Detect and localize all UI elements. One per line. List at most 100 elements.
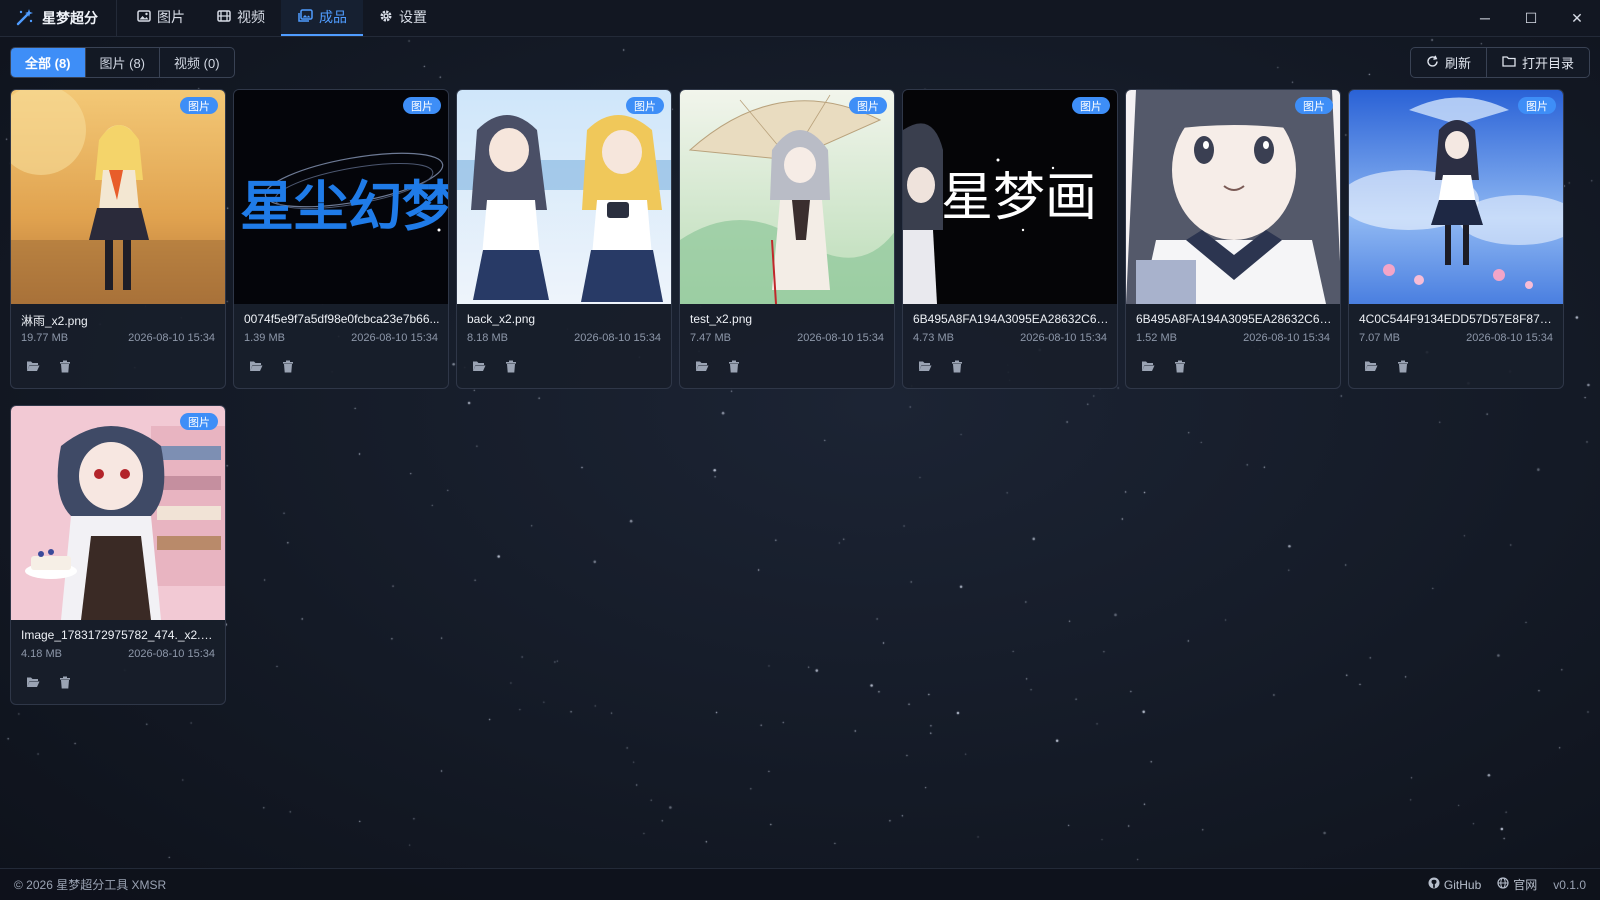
type-badge: 图片 [1295,97,1333,114]
magic-wand-icon [16,8,34,29]
folder-icon [1502,55,1516,70]
trash-icon[interactable] [280,358,296,374]
file-size: 4.73 MB [913,332,954,344]
type-badge: 图片 [180,97,218,114]
card-actions [471,358,519,374]
version-label: v0.1.0 [1553,877,1586,892]
file-name: test_x2.png [690,312,753,326]
maximize-button[interactable]: ☐ [1508,0,1554,36]
trash-icon[interactable] [726,358,742,374]
main-nav: 图片 视频 成品 设置 [121,0,443,36]
app-title: 星梦超分 [42,10,98,26]
film-icon [217,9,231,26]
refresh-label: 刷新 [1444,56,1471,71]
file-date: 2026-08-10 15:34 [797,332,884,344]
card-actions [694,358,742,374]
file-date: 2026-08-10 15:34 [1020,332,1107,344]
file-name: Image_1783172975782_474._x2.png [21,628,217,642]
open-folder-icon[interactable] [471,358,487,374]
open-folder-icon[interactable] [1140,358,1156,374]
thumbnail-image: 星尘幻梦 图片 [234,90,448,304]
result-card[interactable]: 图片 6B495A8FA194A3095EA28632C6B2... 1.52 … [1125,89,1341,389]
card-actions [25,358,73,374]
status-footer: © 2026 星梦超分工具 XMSR GitHub 官网 v0.1.0 [0,868,1600,900]
card-actions [248,358,296,374]
type-badge: 图片 [849,97,887,114]
website-link[interactable]: 官网 [1497,876,1537,893]
thumbnail-logo-text: 星梦画 [941,168,1097,228]
tab-videos-label: 视频 [237,9,265,25]
open-directory-button[interactable]: 打开目录 [1487,48,1589,77]
thumbnail-logo-text: 星尘幻梦 [240,175,448,238]
open-folder-icon[interactable] [25,674,41,690]
trash-icon[interactable] [503,358,519,374]
thumbnail-image: 图片 [1126,90,1340,304]
file-size: 1.39 MB [244,332,285,344]
filter-images-button[interactable]: 图片 (8) [86,48,161,77]
type-badge: 图片 [1518,97,1556,114]
refresh-button[interactable]: 刷新 [1411,48,1487,77]
file-name: 0074f5e9f7a5df98e0fcbca23e7b66... [244,312,440,326]
file-date: 2026-08-10 15:34 [351,332,438,344]
file-name: 6B495A8FA194A3095EA28632C6B2... [913,312,1109,326]
trash-icon[interactable] [57,358,73,374]
close-button[interactable]: ✕ [1554,0,1600,36]
thumbnail-image: 图片 [680,90,894,304]
result-card[interactable]: 图片 4C0C544F9134EDD57D57E8F87DD... 7.07 M… [1348,89,1564,389]
card-actions [1140,358,1188,374]
file-name: 6B495A8FA194A3095EA28632C6B2... [1136,312,1332,326]
gear-icon [379,9,393,26]
file-date: 2026-08-10 15:34 [1466,332,1553,344]
card-actions [1363,358,1411,374]
result-card[interactable]: 图片 test_x2.png 7.47 MB 2026-08-10 15:34 [679,89,895,389]
result-card[interactable]: 星尘幻梦 图片 0074f5e9f7a5df98e0fcbca23e7b66..… [233,89,449,389]
result-card[interactable]: 图片 Image_1783172975782_474._x2.png 4.18 … [10,405,226,705]
file-name: 淋雨_x2.png [21,314,88,328]
type-badge: 图片 [626,97,664,114]
open-folder-icon[interactable] [25,358,41,374]
result-card[interactable]: 图片 淋雨_x2.png 19.77 MB 2026-08-10 15:34 [10,89,226,389]
file-date: 2026-08-10 15:34 [574,332,661,344]
result-card[interactable]: 图片 back_x2.png 8.18 MB 2026-08-10 15:34 [456,89,672,389]
open-folder-icon[interactable] [917,358,933,374]
github-label: GitHub [1443,877,1482,892]
filter-segmented-control: 全部 (8) 图片 (8) 视频 (0) [10,47,235,78]
toolbar-actions: 刷新 打开目录 [1409,47,1590,78]
card-actions [25,674,73,690]
github-link[interactable]: GitHub [1428,877,1481,892]
tab-results-label: 成品 [319,9,347,25]
open-folder-icon[interactable] [694,358,710,374]
title-bar: 星梦超分 图片 视频 成品 设置 ─ ☐ ✕ [0,0,1600,37]
trash-icon[interactable] [1172,358,1188,374]
thumbnail-image: 图片 [11,90,225,304]
github-icon [1428,877,1440,892]
thumbnail-image: 图片 [1349,90,1563,304]
tab-results[interactable]: 成品 [281,0,363,36]
refresh-icon [1426,55,1439,71]
trash-icon[interactable] [1395,358,1411,374]
thumbnail-image: 星梦画 图片 [903,90,1117,304]
file-size: 19.77 MB [21,332,69,344]
filter-all-button[interactable]: 全部 (8) [11,48,86,77]
gallery-icon [297,8,313,26]
tab-settings[interactable]: 设置 [363,0,443,36]
website-label: 官网 [1513,878,1538,892]
tab-images[interactable]: 图片 [121,0,201,36]
filter-videos-button[interactable]: 视频 (0) [160,48,234,77]
file-name: back_x2.png [467,312,536,326]
trash-icon[interactable] [949,358,965,374]
file-size: 7.47 MB [690,332,731,344]
thumbnail-image: 图片 [457,90,671,304]
trash-icon[interactable] [57,674,73,690]
tab-videos[interactable]: 视频 [201,0,281,36]
result-card[interactable]: 星梦画 图片 6B495A8FA194A3095EA28632C6B2... 4… [902,89,1118,389]
file-size: 8.18 MB [467,332,508,344]
minimize-button[interactable]: ─ [1462,0,1508,36]
type-badge: 图片 [180,413,218,430]
open-directory-label: 打开目录 [1521,56,1574,71]
open-folder-icon[interactable] [248,358,264,374]
app-brand: 星梦超分 [0,0,117,36]
open-folder-icon[interactable] [1363,358,1379,374]
card-actions [917,358,965,374]
footer-links: GitHub 官网 v0.1.0 [1428,876,1586,893]
